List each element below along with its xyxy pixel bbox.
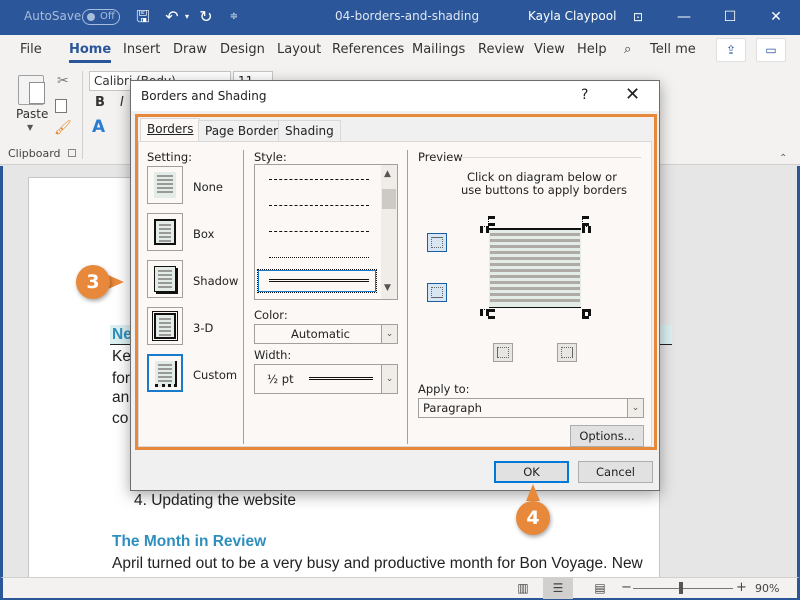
- cut-icon[interactable]: ✂: [57, 73, 69, 89]
- status-bar: ▥ ☰ ▤ − + 90%: [0, 577, 800, 600]
- document-line: for: [112, 370, 131, 387]
- tell-me-search[interactable]: Tell me: [650, 42, 696, 57]
- zoom-slider-thumb[interactable]: [679, 582, 683, 594]
- step-callout-3: 3: [76, 265, 110, 299]
- callout-pointer: [108, 275, 124, 289]
- clipboard-launcher-icon[interactable]: [68, 149, 76, 157]
- dialog-title: Borders and Shading: [141, 89, 267, 103]
- document-paragraph: April turned out to be a very busy and p…: [112, 555, 643, 572]
- minimize-icon[interactable]: —: [661, 0, 707, 35]
- tab-insert[interactable]: Insert: [123, 42, 160, 57]
- document-line: an: [112, 389, 130, 406]
- borders-and-shading-dialog: Borders and Shading ? ✕ Borders Page Bor…: [130, 80, 660, 491]
- undo-dropdown-icon[interactable]: ▾: [182, 6, 192, 28]
- tab-review[interactable]: Review: [478, 42, 524, 57]
- redo-icon[interactable]: ↻: [196, 6, 216, 28]
- callout-highlight-frame: [135, 114, 657, 450]
- callout-pointer: [526, 484, 540, 501]
- group-divider: [82, 71, 83, 159]
- ribbon-tabs: File Home Insert Draw Design Layout Refe…: [0, 35, 800, 65]
- document-heading: The Month in Review: [112, 533, 267, 550]
- close-icon[interactable]: ✕: [753, 0, 799, 35]
- paste-dropdown-icon[interactable]: ▼: [27, 123, 33, 132]
- save-icon[interactable]: 🖫: [133, 6, 153, 28]
- tab-draw[interactable]: Draw: [173, 42, 207, 57]
- copy-icon[interactable]: [55, 99, 67, 113]
- tab-file[interactable]: File: [20, 42, 42, 57]
- collapse-ribbon-icon[interactable]: ⌃: [779, 153, 787, 164]
- zoom-in-button[interactable]: +: [736, 580, 747, 595]
- dialog-close-button[interactable]: ✕: [625, 84, 640, 105]
- paste-button[interactable]: Paste: [16, 107, 48, 121]
- tab-view[interactable]: View: [534, 42, 565, 57]
- tab-design[interactable]: Design: [220, 42, 265, 57]
- share-button[interactable]: ⇪: [716, 38, 746, 62]
- zoom-level[interactable]: 90%: [755, 582, 779, 595]
- list-item: 4. Updating the website: [134, 492, 296, 509]
- italic-button[interactable]: I: [120, 95, 124, 110]
- tab-layout[interactable]: Layout: [277, 42, 321, 57]
- autosave-toggle[interactable]: Off: [82, 9, 120, 25]
- document-title: 04-borders-and-shading: [335, 9, 480, 23]
- customize-qat-icon[interactable]: ≑: [228, 6, 240, 28]
- read-mode-icon[interactable]: ▥: [508, 578, 538, 599]
- user-name[interactable]: Kayla Claypool: [528, 9, 616, 23]
- search-icon[interactable]: ⌕: [624, 42, 631, 57]
- undo-icon[interactable]: ↶: [162, 6, 182, 28]
- format-painter-icon[interactable]: 🖌: [54, 120, 72, 136]
- zoom-out-button[interactable]: −: [621, 580, 632, 595]
- document-heading-partial: Ne: [112, 326, 132, 343]
- help-button[interactable]: ?: [581, 87, 588, 103]
- tab-help[interactable]: Help: [577, 42, 607, 57]
- comments-button[interactable]: ▭: [756, 38, 786, 62]
- tab-mailings[interactable]: Mailings: [412, 42, 465, 57]
- web-layout-icon[interactable]: ▤: [585, 578, 615, 599]
- step-callout-4: 4: [516, 501, 550, 535]
- dialog-title-bar[interactable]: Borders and Shading ? ✕: [131, 81, 659, 111]
- tab-home[interactable]: Home: [69, 42, 112, 63]
- document-line: Ke: [112, 348, 131, 365]
- autosave-label: AutoSave: [24, 9, 82, 23]
- ribbon-display-icon[interactable]: ⊡: [615, 0, 661, 35]
- ok-button[interactable]: OK: [494, 461, 569, 483]
- maximize-icon[interactable]: ☐: [707, 0, 753, 35]
- paste-icon[interactable]: [18, 75, 45, 105]
- print-layout-icon[interactable]: ☰: [543, 578, 573, 599]
- zoom-slider[interactable]: [633, 588, 733, 589]
- cancel-button[interactable]: Cancel: [578, 461, 653, 483]
- title-bar: AutoSave Off 🖫 ↶ ▾ ↻ ≑ 04-borders-and-sh…: [0, 0, 800, 35]
- tab-references[interactable]: References: [332, 42, 404, 57]
- clipboard-group-label: Clipboard: [8, 147, 61, 160]
- document-line: co: [112, 410, 129, 427]
- bold-button[interactable]: B: [95, 95, 105, 110]
- text-effects-icon[interactable]: A: [92, 117, 105, 137]
